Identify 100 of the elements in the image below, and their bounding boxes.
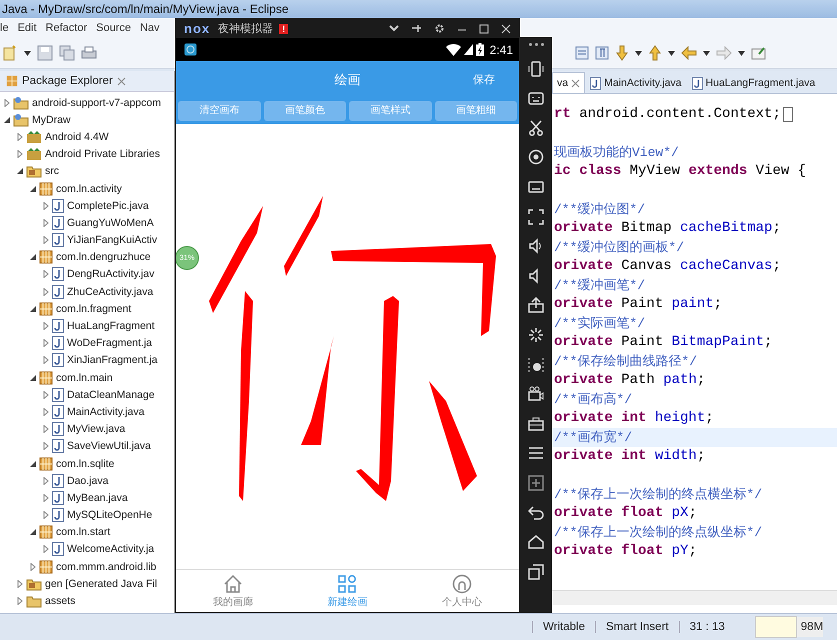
down-arrow-icon[interactable] — [615, 45, 629, 61]
menu-icon[interactable] — [528, 445, 544, 462]
toggle-icon[interactable] — [575, 46, 589, 60]
tree-item[interactable]: WelcomeActivity.ja — [52, 542, 154, 556]
loading-icon[interactable] — [528, 326, 544, 343]
phone-rotate-icon[interactable] — [528, 60, 544, 77]
collapse-arrow-icon[interactable] — [29, 528, 37, 536]
tree-item[interactable]: MainActivity.java — [52, 404, 144, 419]
tree-item[interactable]: android-support-v7-appcom — [13, 96, 161, 110]
tree-item[interactable]: WoDeFragment.ja — [52, 336, 152, 350]
tree-item[interactable]: Android Private Libraries — [26, 147, 160, 162]
editor-tab[interactable]: va — [552, 72, 586, 93]
tree-item[interactable]: MyBean.java — [52, 490, 128, 505]
tree-item[interactable]: com.ln.fragment — [39, 302, 132, 316]
save-all-icon[interactable] — [59, 45, 75, 61]
tree-item[interactable]: src — [26, 164, 59, 178]
menu-item[interactable]: Source — [96, 22, 131, 34]
expand-arrow-icon[interactable] — [42, 270, 50, 278]
maximize-icon[interactable] — [479, 24, 489, 34]
caret-icon[interactable] — [668, 50, 675, 56]
tree-item[interactable]: Dao.java — [52, 474, 108, 488]
expand-arrow-icon[interactable] — [42, 442, 50, 450]
expand-arrow-icon[interactable] — [42, 218, 50, 227]
expand-arrow-icon[interactable] — [42, 236, 50, 244]
menu-item[interactable]: Edit — [18, 22, 37, 34]
tree-item[interactable]: com.ln.start — [39, 525, 110, 540]
expand-arrow-icon[interactable] — [42, 408, 50, 416]
print-icon[interactable] — [81, 45, 97, 61]
back-arrow-icon[interactable] — [681, 46, 697, 60]
tree-item[interactable]: HuaLangFragment — [52, 319, 155, 334]
tree-item[interactable]: DataCleanManage — [52, 388, 155, 402]
collapse-arrow-icon[interactable] — [29, 253, 37, 262]
tree-item[interactable]: YiJianFangKuiActiv — [52, 233, 158, 248]
editor-tab[interactable]: HuaLangFragment.java — [686, 72, 820, 93]
caret-icon[interactable] — [738, 50, 745, 56]
collapse-arrow-icon[interactable] — [29, 304, 37, 313]
menu-item[interactable]: Refactor — [46, 22, 88, 34]
volume-up-icon[interactable] — [528, 238, 544, 254]
editor-tab[interactable]: MainActivity.java — [585, 72, 687, 93]
expand-arrow-icon[interactable] — [29, 562, 37, 571]
expand-arrow-icon[interactable] — [16, 580, 24, 588]
up-arrow-icon[interactable] — [648, 45, 662, 61]
expand-arrow-icon[interactable] — [3, 98, 11, 107]
tree-item[interactable]: GuangYuWoMenA — [52, 216, 154, 230]
save-icon[interactable] — [37, 45, 53, 61]
caret-icon[interactable] — [703, 50, 710, 56]
home-icon[interactable] — [528, 534, 544, 550]
settings-icon[interactable] — [434, 23, 445, 34]
tree-item[interactable]: com.ln.sqlite — [39, 456, 114, 471]
location-icon[interactable] — [528, 149, 544, 166]
tree-item[interactable]: SaveViewUtil.java — [52, 439, 151, 454]
close-icon[interactable] — [501, 24, 511, 34]
tree-item[interactable]: CompletePic.java — [52, 198, 149, 213]
expand-arrow-icon[interactable] — [42, 494, 50, 502]
fold-marker-icon[interactable] — [782, 107, 793, 122]
robot-icon[interactable] — [528, 90, 544, 106]
chevron-down-icon[interactable] — [389, 25, 399, 32]
shake-icon[interactable] — [528, 356, 544, 373]
tree-item[interactable]: Android 4.4W — [26, 130, 109, 144]
recent-apps-icon[interactable] — [528, 564, 544, 580]
collapse-arrow-icon[interactable] — [3, 116, 11, 124]
expand-arrow-icon[interactable] — [42, 288, 50, 296]
caret-icon[interactable] — [24, 50, 31, 56]
collapse-arrow-icon[interactable] — [29, 184, 37, 193]
fullscreen-icon[interactable] — [528, 208, 544, 225]
open-perspective-icon[interactable] — [751, 46, 767, 60]
alert-badge[interactable]: ! — [279, 24, 288, 34]
caret-icon[interactable] — [635, 50, 642, 56]
new-icon[interactable] — [2, 45, 18, 61]
expand-arrow-icon[interactable] — [42, 476, 50, 485]
nav-tab[interactable]: 我的画廊 — [176, 570, 290, 612]
expand-arrow-icon[interactable] — [42, 545, 50, 554]
more-icon[interactable] — [528, 41, 544, 47]
tree-item[interactable]: MyDraw — [13, 112, 70, 127]
expand-arrow-icon[interactable] — [16, 132, 24, 141]
tree-item[interactable]: com.ln.dengruzhuce — [39, 250, 151, 264]
collapse-arrow-icon[interactable] — [29, 374, 37, 382]
back-icon[interactable] — [528, 504, 544, 520]
tree-item[interactable]: com.mmm.android.lib — [39, 560, 156, 574]
expand-arrow-icon[interactable] — [16, 150, 24, 158]
tree-item[interactable]: ZhuCeActivity.java — [52, 284, 154, 299]
expand-arrow-icon[interactable] — [42, 511, 50, 520]
nav-tab[interactable]: 个人中心 — [404, 570, 519, 612]
tree-item[interactable]: com.ln.activity — [39, 182, 122, 196]
menu-item[interactable]: le — [0, 22, 9, 34]
expand-arrow-icon[interactable] — [42, 390, 50, 399]
tree-item[interactable]: assets — [26, 594, 76, 608]
pilcrow-icon[interactable] — [595, 46, 609, 60]
horizontal-scrollbar[interactable] — [552, 590, 837, 605]
video-camera-icon[interactable] — [528, 386, 544, 402]
tree-item[interactable]: MyView.java — [52, 422, 126, 436]
expand-arrow-icon[interactable] — [16, 597, 24, 606]
expand-arrow-icon[interactable] — [42, 425, 50, 434]
scissors-icon[interactable] — [528, 120, 544, 136]
add-window-icon[interactable] — [528, 474, 544, 491]
tree-item[interactable]: gen [Generated Java Fil — [26, 576, 158, 591]
expand-arrow-icon[interactable] — [42, 339, 50, 348]
toolbox-icon[interactable] — [528, 416, 544, 432]
collapse-arrow-icon[interactable] — [16, 167, 24, 176]
tree-item[interactable]: XinJianFragment.ja — [52, 353, 158, 368]
